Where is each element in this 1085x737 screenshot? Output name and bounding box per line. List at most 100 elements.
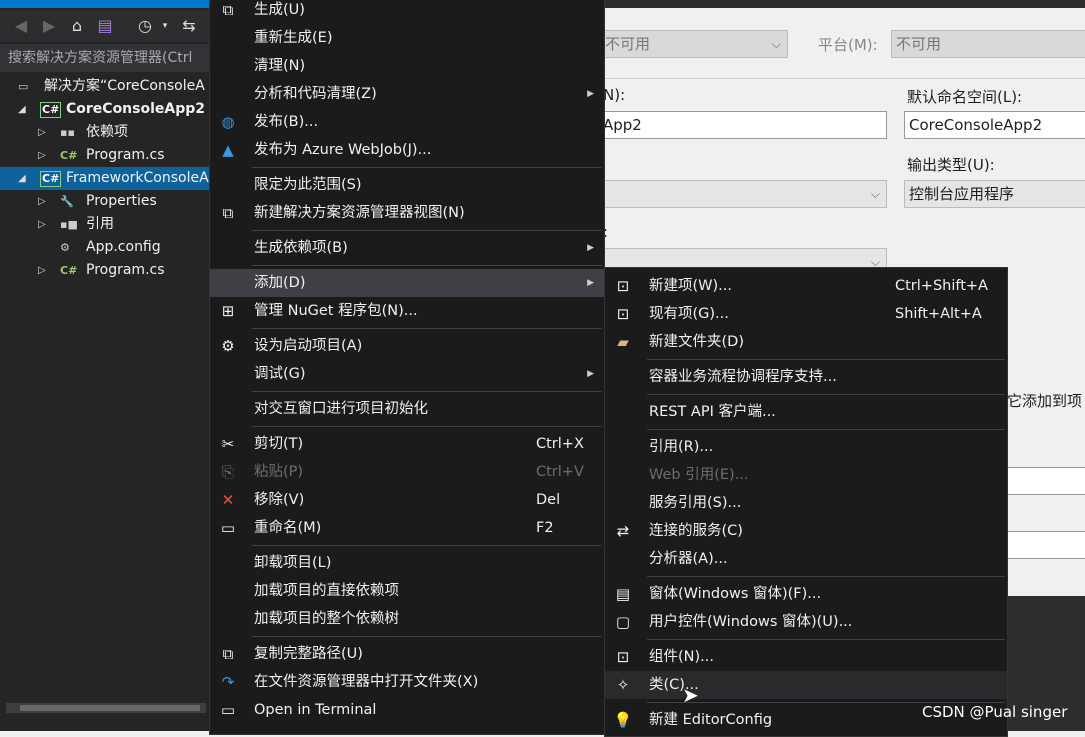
menu-item[interactable]: ⧉ 复制完整路径(U) [210,640,604,668]
menu-item[interactable]: ⊡ 组件(N)... [605,643,1007,671]
target-framework-dropdown[interactable]: ⌵ [598,180,887,208]
menu-item[interactable]: 重新生成(E) [210,24,604,52]
expanded-arrow-icon[interactable]: ◢ [18,98,26,121]
menu-item[interactable]: 限定为此范围(S) [210,171,604,199]
menu-item[interactable]: ▭ Open in Terminal [210,696,604,724]
menu-item[interactable]: 生成依赖项(B) ▶ [210,234,604,262]
collapsed-arrow-icon[interactable]: ▷ [38,121,46,144]
references-icon: ▪■ [60,218,78,231]
tree-item[interactable]: ▷ ▪▪ 依赖项 [0,121,210,144]
menu-item[interactable]: ▲ 发布为 Azure WebJob(J)... [210,136,604,164]
menu-item-label: 粘贴(P) [254,464,304,480]
collapsed-arrow-icon[interactable]: ▷ [38,213,46,236]
menu-item[interactable]: ⊡ 现有项(G)... Shift+Alt+A [605,300,1007,328]
menu-item[interactable]: ⊞ 管理 NuGet 程序包(N)... [210,297,604,325]
menu-item[interactable]: ▢ 用户控件(Windows 窗体)(U)... [605,608,1007,636]
platform-label: 平台(M): [818,36,878,54]
menu-separator [605,573,1007,580]
horizontal-scrollbar[interactable] [6,703,206,713]
divider [605,78,1085,79]
dropdown-arrow-icon[interactable]: ▾ [154,14,176,38]
menu-item[interactable]: 分析器(A)... [605,545,1007,573]
menu-item[interactable]: 清理(N) [210,52,604,80]
tree-item[interactable]: ▭ 解决方案“CoreConsoleA [0,75,210,98]
menu-item-label: 容器业务流程协调程序支持... [649,369,837,385]
menu-item[interactable]: 调试(G) ▶ [210,360,604,388]
menu-item[interactable]: ⊡ 新建项(W)... Ctrl+Shift+A [605,272,1007,300]
collapsed-arrow-icon[interactable]: ▷ [38,144,46,167]
home-icon[interactable]: ⌂ [66,14,88,38]
vs-switch-view-icon[interactable]: ▤ [94,14,116,38]
chevron-down-icon: ⌵ [870,187,880,201]
collapsed-arrow-icon[interactable]: ▷ [38,259,46,282]
menu-item[interactable]: ⎘ 粘贴(P) Ctrl+V [210,458,604,486]
tree-item[interactable]: ▷ ▪■ 引用 [0,213,210,236]
menu-item[interactable]: 卸载项目(L) [210,549,604,577]
text-input[interactable] [1005,467,1085,495]
menu-item[interactable]: ↷ 在文件资源管理器中打开文件夹(X) [210,668,604,696]
platform-value: 不可用 [896,35,942,53]
menu-separator [210,227,604,234]
menu-item[interactable]: ◍ 发布(B)... [210,108,604,136]
context-menu: ⧉ 生成(U) 重新生成(E) 清理(N) 分析和代码清理(Z) ▶ ◍ 发布(B)... ▲ 发… [209,0,605,735]
back-icon[interactable]: ◀ [10,14,32,38]
menu-item[interactable]: 添加(D) ▶ [210,269,604,297]
menu-item[interactable]: Web 引用(E)... [605,461,1007,489]
menu-item[interactable]: ⇄ 连接的服务(C) [605,517,1007,545]
forward-icon[interactable]: ▶ [38,14,60,38]
menu-item[interactable]: 对交互窗口进行项目初始化 [210,395,604,423]
csharp-file-icon: C# [60,149,78,162]
default-namespace-input[interactable]: CoreConsoleApp2 [904,111,1085,139]
menu-item-label: 窗体(Windows 窗体)(F)... [649,586,822,602]
menu-item-label: 剪切(T) [254,436,304,452]
menu-item[interactable]: ✕ 移除(V) Del [210,486,604,514]
menu-item[interactable]: ✧ 类(C)... [605,671,1007,699]
menu-item[interactable]: ▤ 窗体(Windows 窗体)(F)... [605,580,1007,608]
menu-item[interactable]: REST API 客户端... [605,398,1007,426]
tree-item[interactable]: ◢ C# CoreConsoleApp2 [0,98,210,121]
menu-item[interactable]: 服务引用(S)... [605,489,1007,517]
menu-item[interactable]: ▰ 新建文件夹(D) [605,328,1007,356]
menu-item-label: 现有项(G)... [649,306,729,322]
remove-x-icon: ✕ [221,491,235,509]
submenu-arrow-icon: ▶ [587,369,594,379]
menu-item[interactable]: ✂ 剪切(T) Ctrl+X [210,430,604,458]
tree-item[interactable]: ▷ 🔧 Properties [0,190,210,213]
menu-item[interactable]: ⧉ 生成(U) [210,0,604,24]
collapsed-arrow-icon[interactable]: ▷ [38,190,46,213]
menu-item-label: 分析和代码清理(Z) [254,86,377,102]
scissors-icon: ✂ [221,435,235,453]
azure-icon: ▲ [222,141,234,159]
menu-item[interactable]: 加载项目的整个依赖树 [210,605,604,633]
terminal-icon: ▭ [220,701,236,719]
output-type-dropdown[interactable]: 控制台应用程序 [904,180,1085,208]
menu-item[interactable]: ⧉ 新建解决方案资源管理器视图(N) [210,199,604,227]
menu-item-label: 在文件资源管理器中打开文件夹(X) [254,674,479,690]
menu-item-shortcut: Shift+Alt+A [895,306,982,322]
menu-item-label: 生成(U) [254,2,305,18]
menu-item[interactable]: 引用(R)... [605,433,1007,461]
menu-item-label: 重新生成(E) [254,30,333,46]
menu-separator [210,542,604,549]
menu-item[interactable]: 容器业务流程协调程序支持... [605,363,1007,391]
menu-item[interactable]: ⚙ 设为启动项目(A) [210,332,604,360]
tree-item-label: 依赖项 [86,124,128,140]
menu-item-label: 移除(V) [254,492,305,508]
menu-item[interactable]: ▭ 重命名(M) F2 [210,514,604,542]
tree-item[interactable]: ◢ C# FrameworkConsoleA [0,167,210,190]
history-icon[interactable]: ◷ [134,14,156,38]
tree-item[interactable]: ▷ C# Program.cs [0,144,210,167]
tree-item[interactable]: ⚙ App.config [0,236,210,259]
text-input[interactable] [1005,531,1085,559]
scrollbar-thumb[interactable] [20,705,200,711]
search-input[interactable]: 搜索解决方案资源管理器(Ctrl [0,44,210,72]
expanded-arrow-icon[interactable]: ◢ [18,167,26,190]
menu-item[interactable]: 分析和代码清理(Z) ▶ [210,80,604,108]
csharp-project-icon: C# [40,102,62,118]
menu-item[interactable]: 加载项目的直接依赖项 [210,577,604,605]
sync-icon[interactable]: ⇆ [178,14,200,38]
tree-item-label: 引用 [86,216,114,232]
tree-item[interactable]: ▷ C# Program.cs [0,259,210,282]
assembly-name-input[interactable]: App2 [598,111,887,139]
menu-item-shortcut: F2 [536,520,554,536]
